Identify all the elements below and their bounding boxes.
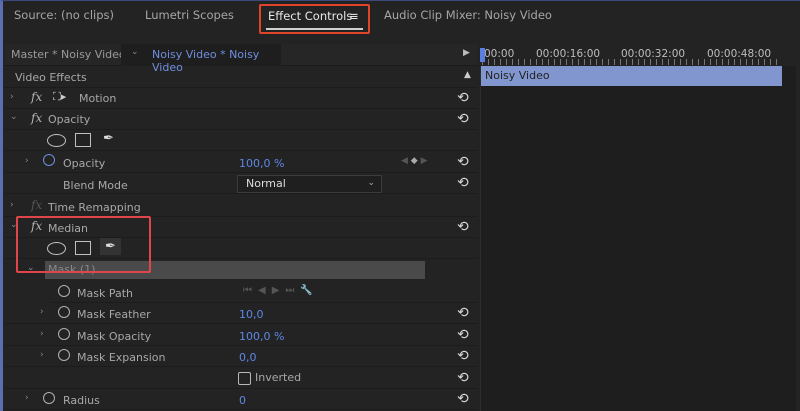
- select-value: Normal: [246, 177, 286, 190]
- fx-icon[interactable]: fx: [31, 111, 42, 125]
- stopwatch-icon[interactable]: [58, 349, 70, 364]
- property-label: Mask Feather: [77, 308, 151, 321]
- motion-transform-icon: ⛶▸: [53, 90, 67, 103]
- reset-icon[interactable]: ⟲: [457, 112, 469, 126]
- reset-icon[interactable]: ⟲: [457, 371, 469, 385]
- master-clip-label[interactable]: Master * Noisy Video: [11, 48, 126, 61]
- fx-icon[interactable]: fx: [31, 90, 42, 104]
- active-tab-underline: [266, 28, 363, 30]
- section-title: Video Effects: [15, 71, 87, 84]
- property-label: Mask Opacity: [77, 330, 152, 343]
- effect-motion[interactable]: › fx ⛶▸ Motion ⟲: [5, 88, 478, 109]
- property-mask-opacity: › Mask Opacity 100,0 % ⟲: [5, 325, 478, 346]
- opacity-mask-tools: ✒: [5, 130, 478, 151]
- timeline-panel: [480, 44, 796, 411]
- property-value[interactable]: 10,0: [239, 308, 264, 321]
- timeline-clip[interactable]: Noisy Video: [481, 66, 782, 86]
- stopwatch-icon[interactable]: [43, 154, 55, 169]
- effect-name: Time Remapping: [48, 201, 141, 214]
- collapse-up-icon[interactable]: ▲: [464, 70, 471, 80]
- tab-effect-controls[interactable]: Effect Controls ≡: [259, 4, 370, 34]
- stopwatch-icon[interactable]: [58, 285, 70, 300]
- property-value[interactable]: 100,0 %: [239, 330, 284, 343]
- tab-audio-clip-mixer[interactable]: Audio Clip Mixer: Noisy Video: [384, 8, 552, 22]
- property-value[interactable]: 100,0 %: [239, 157, 284, 170]
- property-label: Opacity: [63, 157, 106, 170]
- tab-label: Effect Controls: [268, 9, 353, 23]
- chevron-down-icon[interactable]: ⌄: [10, 112, 18, 122]
- chevron-right-icon[interactable]: ›: [10, 92, 14, 102]
- property-label: Mask Path: [77, 287, 133, 300]
- effect-opacity[interactable]: ⌄ fx Opacity ⟲: [5, 109, 478, 130]
- chevron-right-icon[interactable]: ›: [25, 393, 29, 403]
- playhead[interactable]: [480, 48, 485, 62]
- rectangle-mask-icon[interactable]: [75, 133, 91, 147]
- reset-icon[interactable]: ⟲: [457, 328, 469, 342]
- video-effects-header: Video Effects ▲: [5, 67, 478, 88]
- ruler-ticks: [482, 59, 782, 65]
- chevron-right-icon[interactable]: ›: [10, 200, 14, 210]
- reset-icon[interactable]: ⟲: [457, 349, 469, 363]
- chevron-right-icon[interactable]: ›: [25, 156, 29, 166]
- checkbox-label: Inverted: [255, 371, 302, 384]
- effect-name: Opacity: [48, 113, 91, 126]
- property-label: Mask Expansion: [77, 351, 166, 364]
- highlight-box: [16, 216, 151, 273]
- reset-icon[interactable]: ⟲: [457, 176, 469, 190]
- panel-menu-icon[interactable]: ≡: [349, 9, 359, 23]
- reset-icon[interactable]: ⟲: [457, 306, 469, 320]
- property-label: Blend Mode: [63, 179, 128, 192]
- chevron-right-icon[interactable]: ›: [40, 307, 44, 317]
- reset-icon[interactable]: ⟲: [457, 91, 469, 105]
- stopwatch-icon[interactable]: [43, 392, 55, 407]
- keyframe-nav-icon[interactable]: ◀ ◆ ▶: [401, 156, 428, 166]
- fx-icon: fx: [31, 198, 43, 212]
- reset-icon[interactable]: ⟲: [457, 392, 469, 406]
- blend-mode-select[interactable]: Normal ⌄: [237, 175, 382, 193]
- property-opacity: › Opacity 100,0 % ◀ ◆ ▶ ⟲: [5, 152, 478, 173]
- chevron-down-icon: ⌄: [367, 178, 375, 188]
- stopwatch-icon[interactable]: [58, 328, 70, 343]
- property-mask-expansion: › Mask Expansion 0,0 ⟲: [5, 346, 478, 367]
- property-label: Radius: [63, 394, 100, 407]
- property-value[interactable]: 0,0: [239, 351, 257, 364]
- property-radius: › Radius 0 ⟲: [5, 389, 478, 410]
- ellipse-mask-icon[interactable]: [47, 134, 66, 147]
- property-inverted: Inverted ⟲: [5, 368, 478, 389]
- tab-lumetri-scopes[interactable]: Lumetri Scopes: [145, 8, 234, 22]
- pen-mask-icon[interactable]: ✒: [103, 131, 114, 146]
- chevron-right-icon[interactable]: ›: [40, 350, 44, 360]
- property-mask-path: Mask Path ⏮◀▶⏭🔧: [50, 282, 478, 303]
- effect-name: Motion: [79, 92, 117, 105]
- tab-source[interactable]: Source: (no clips): [14, 8, 114, 22]
- property-mask-feather: › Mask Feather 10,0 ⟲: [5, 303, 478, 324]
- play-icon[interactable]: ▶: [463, 48, 470, 58]
- property-value[interactable]: 0: [239, 394, 246, 407]
- stopwatch-icon[interactable]: [58, 306, 70, 321]
- reset-icon[interactable]: ⟲: [457, 220, 469, 234]
- clip-selector[interactable]: ⌄ Noisy Video * Noisy Video: [121, 44, 281, 74]
- inverted-checkbox[interactable]: Inverted: [238, 371, 301, 385]
- chevron-down-icon: ⌄: [131, 47, 139, 57]
- mask-tracking-icons[interactable]: ⏮◀▶⏭🔧: [243, 285, 319, 296]
- chevron-right-icon[interactable]: ›: [40, 329, 44, 339]
- effect-time-remapping[interactable]: › fx Time Remapping: [5, 196, 478, 217]
- reset-icon[interactable]: ⟲: [457, 155, 469, 169]
